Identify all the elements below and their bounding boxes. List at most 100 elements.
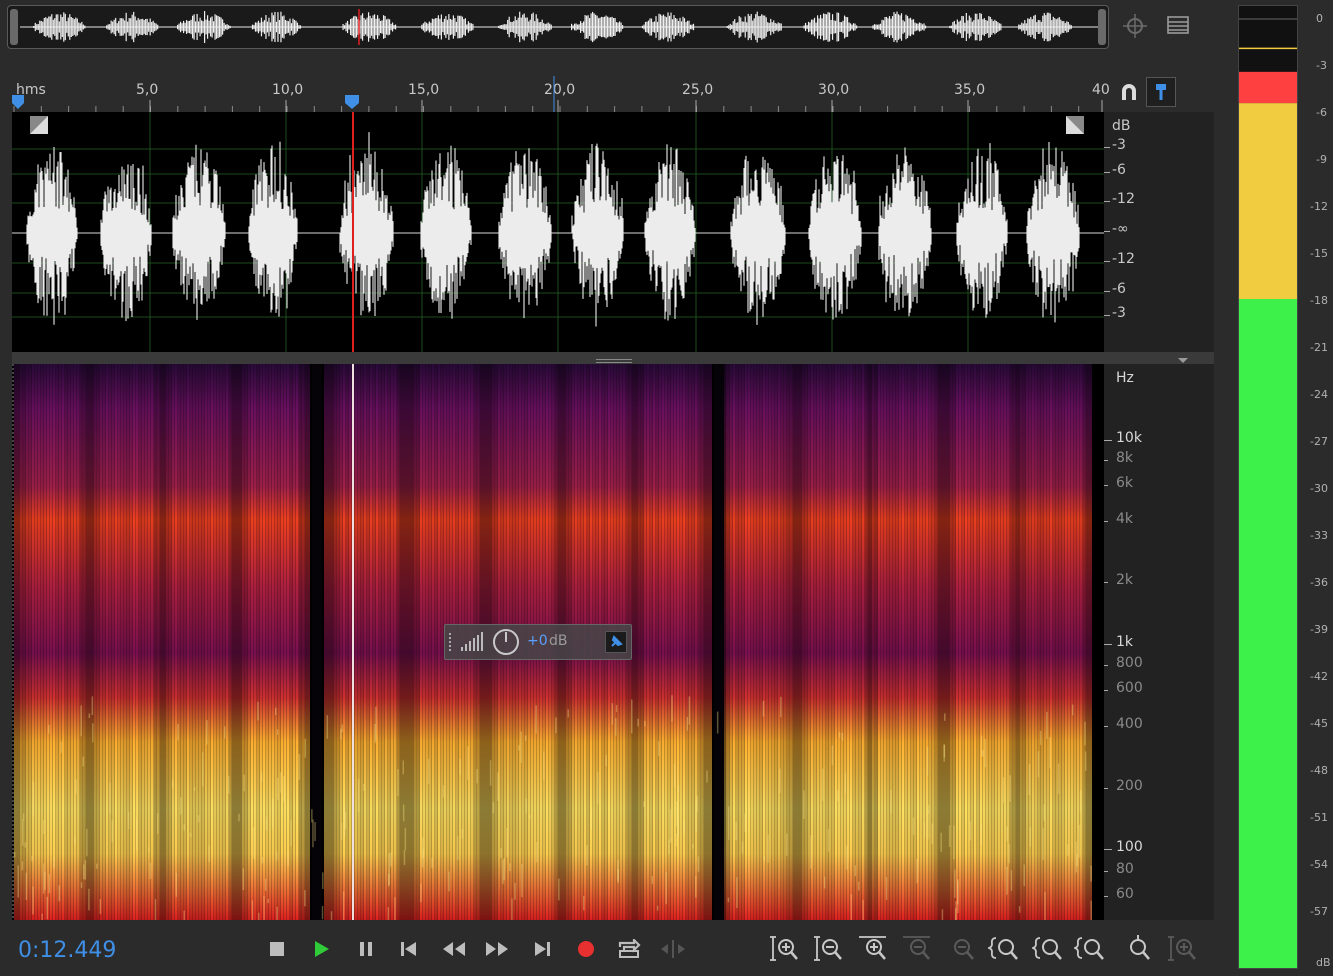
playhead-marker[interactable] <box>345 95 359 109</box>
zoom-in-at-out-point-button[interactable] <box>1030 934 1064 964</box>
db-scale-label: -6 <box>1112 162 1126 178</box>
meter-scale-label: -54 <box>1310 858 1328 871</box>
zoom-in-at-in-point-button[interactable] <box>986 934 1020 964</box>
meter-scale-label: -9 <box>1316 153 1327 166</box>
frequency-scale-label: 100 <box>1116 839 1143 855</box>
frequency-scale-label: 2k <box>1116 572 1134 588</box>
record-button[interactable] <box>572 936 600 962</box>
zoom-in-amplitude-icon <box>770 936 798 961</box>
overview-waveform-graphic <box>20 9 1098 45</box>
zoom-to-selection-button[interactable] <box>1072 934 1106 964</box>
loop-playback-button[interactable] <box>615 936 643 962</box>
meter-scale-label: -57 <box>1310 905 1328 918</box>
meter-scale-label: -18 <box>1310 294 1328 307</box>
zoom-to-playhead-icon <box>1130 935 1150 960</box>
frequency-scale-label: 8k <box>1116 450 1134 466</box>
signal-level-icon <box>461 632 483 651</box>
meter-scale-label: -27 <box>1310 435 1328 448</box>
zoom-in-time-fit-button[interactable] <box>1166 934 1198 964</box>
fade-out-handle-icon[interactable] <box>1066 116 1084 134</box>
loop-icon <box>618 939 641 958</box>
frequency-scale-label: 400 <box>1116 716 1143 732</box>
meter-scale-label: -45 <box>1310 717 1328 730</box>
move-to-previous-button[interactable] <box>395 936 423 962</box>
db-scale-label: -∞ <box>1112 221 1129 237</box>
meter-scale-label: -33 <box>1310 529 1328 542</box>
meter-scale-label: -42 <box>1310 670 1328 683</box>
waveform-editor[interactable] <box>12 112 1104 352</box>
meter-scale-label: -6 <box>1316 106 1327 119</box>
stop-button[interactable] <box>263 936 291 962</box>
db-scale-label: -12 <box>1112 191 1135 207</box>
db-unit-label: dB <box>1112 118 1131 134</box>
marker-pin-button[interactable] <box>1146 77 1176 107</box>
hud-volume-value[interactable]: +0 <box>527 633 548 649</box>
play-button[interactable] <box>307 936 335 962</box>
hud-pin-icon <box>611 635 623 647</box>
pin-icon <box>1156 84 1166 100</box>
fast-forward-button[interactable] <box>483 936 511 962</box>
play-icon <box>315 941 329 957</box>
current-time-display[interactable]: 0:12.449 <box>18 938 116 963</box>
meter-scale-label: -51 <box>1310 811 1328 824</box>
fade-in-handle-icon[interactable] <box>30 116 48 134</box>
rewind-button[interactable] <box>440 936 468 962</box>
frequency-scale-label: 600 <box>1116 680 1143 696</box>
db-scale-label: -6 <box>1112 281 1126 297</box>
panel-divider[interactable] <box>12 352 1214 364</box>
hud-pin-button[interactable] <box>605 631 627 653</box>
meter-scale-label: -48 <box>1310 764 1328 777</box>
overview-waveform[interactable] <box>7 5 1109 49</box>
overview-right-handle[interactable] <box>1098 9 1106 45</box>
zoom-out-amplitude-button[interactable] <box>812 934 844 964</box>
move-to-next-button[interactable] <box>528 936 556 962</box>
waveform-graphic <box>12 112 1104 352</box>
frequency-scale: Hz 10k 8k 6k 4k 2k 1k 800 600 400 200 100 80 60 <box>1104 364 1214 920</box>
frequency-scale-label: 6k <box>1116 475 1134 491</box>
zoom-in-time-button[interactable] <box>856 934 888 964</box>
zoom-out-full-icon <box>954 939 974 960</box>
zoom-in-at-out-point-icon <box>1030 937 1062 960</box>
zoom-navigator-icon[interactable] <box>1122 12 1150 40</box>
skip-selection-button[interactable] <box>659 936 687 962</box>
heads-up-display[interactable]: +0 dB <box>444 624 632 660</box>
frequency-scale-label: 80 <box>1116 861 1134 877</box>
db-scale-label: -12 <box>1112 251 1135 267</box>
zoom-to-playhead-button[interactable] <box>1120 934 1152 964</box>
overview-left-handle[interactable] <box>10 9 18 45</box>
meter-scale-label: -39 <box>1310 623 1328 636</box>
zoom-in-time-fit-icon <box>1168 936 1196 961</box>
hud-volume-unit: dB <box>549 633 568 649</box>
amplitude-scale: dB -3 -6 -12 -∞ -12 -6 -3 <box>1104 112 1214 352</box>
record-icon <box>578 941 594 957</box>
zoom-out-full-button[interactable] <box>944 934 976 964</box>
pause-icon <box>360 942 372 956</box>
skip-back-icon <box>401 942 416 956</box>
fast-forward-icon <box>486 942 508 956</box>
frequency-scale-label: 4k <box>1116 511 1134 527</box>
frequency-scale-label: 200 <box>1116 778 1143 794</box>
frequency-scale-label: 10k <box>1116 430 1142 446</box>
skip-forward-icon <box>535 942 550 956</box>
meter-scale-label: -30 <box>1310 482 1328 495</box>
list-menu-icon[interactable] <box>1165 12 1193 40</box>
meter-scale-label: -15 <box>1310 247 1328 260</box>
pause-button[interactable] <box>352 936 380 962</box>
ruler-minor-ticks <box>12 76 1103 112</box>
stop-icon <box>270 942 284 956</box>
meter-scale-label: -24 <box>1310 388 1328 401</box>
db-scale-label: -3 <box>1112 305 1126 321</box>
snap-magnet-icon[interactable] <box>1116 80 1142 106</box>
frequency-scale-label: 60 <box>1116 886 1134 902</box>
time-ruler[interactable]: hms 5,0 10,0 15,0 20,0 25,0 30,0 35,0 40 <box>12 76 1110 112</box>
meter-scale-label: -12 <box>1310 200 1328 213</box>
frequency-scale-label: 1k <box>1116 634 1134 650</box>
meter-scale-label: 0 <box>1316 12 1323 25</box>
zoom-out-amplitude-icon <box>814 936 842 961</box>
zoom-in-amplitude-button[interactable] <box>768 934 800 964</box>
zoom-out-time-button[interactable] <box>900 934 932 964</box>
hz-unit-label: Hz <box>1116 370 1134 386</box>
frequency-scale-label: 800 <box>1116 655 1143 671</box>
meter-scale-label: -3 <box>1316 59 1327 72</box>
volume-knob-icon[interactable] <box>491 627 521 657</box>
